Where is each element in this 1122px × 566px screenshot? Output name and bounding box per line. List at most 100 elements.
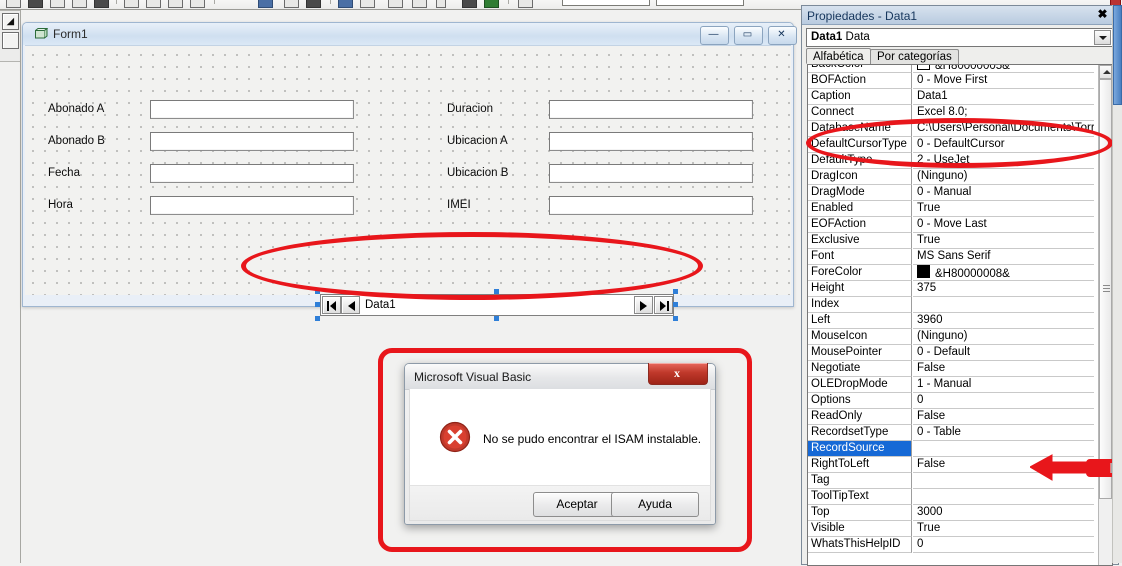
undo-icon[interactable] xyxy=(146,0,161,8)
last-record-button[interactable] xyxy=(654,296,673,314)
accept-button[interactable]: Aceptar xyxy=(533,492,621,517)
selection-handle-s[interactable] xyxy=(494,316,499,321)
property-value[interactable] xyxy=(913,489,1094,505)
property-row-negotiate[interactable]: Negotiate False xyxy=(808,361,1094,377)
property-row-backcolor[interactable]: BackColor &H80000005& xyxy=(808,65,1094,73)
break-icon[interactable] xyxy=(284,0,299,8)
property-value[interactable]: Excel 8.0; xyxy=(913,105,1094,121)
property-row-eofaction[interactable]: EOFAction 0 - Move Last xyxy=(808,217,1094,233)
property-row-connect[interactable]: Connect Excel 8.0; xyxy=(808,105,1094,121)
selection-handle-nw[interactable] xyxy=(315,289,320,294)
input-ubicacion-a[interactable] xyxy=(549,132,753,151)
input-abonado-a[interactable] xyxy=(150,100,354,119)
property-row-exclusive[interactable]: Exclusive True xyxy=(808,233,1094,249)
property-value[interactable]: 2 - UseJet xyxy=(913,153,1094,169)
data-control-data1[interactable]: Data1 xyxy=(320,294,674,316)
find-icon[interactable] xyxy=(124,0,139,8)
application-scrollbar-thumb[interactable] xyxy=(1113,5,1122,105)
property-row-height[interactable]: Height 375 xyxy=(808,281,1094,297)
position-y-field[interactable] xyxy=(656,0,744,6)
property-row-oledropmode[interactable]: OLEDropMode 1 - Manual xyxy=(808,377,1094,393)
property-value[interactable]: 3960 xyxy=(913,313,1094,329)
property-value[interactable]: False xyxy=(913,409,1094,425)
property-value[interactable] xyxy=(913,473,1094,489)
property-value[interactable]: 3000 xyxy=(913,505,1094,521)
toolbox-pointer-button[interactable]: ◢ xyxy=(2,13,19,30)
position-x-field[interactable] xyxy=(562,0,650,6)
first-record-button[interactable] xyxy=(322,296,341,314)
property-value[interactable]: MS Sans Serif xyxy=(913,249,1094,265)
property-value[interactable]: 0 - DefaultCursor xyxy=(913,137,1094,153)
property-row-whatsthishelpid[interactable]: WhatsThisHelpID 0 xyxy=(808,537,1094,553)
property-value[interactable]: 0 - Move First xyxy=(913,73,1094,89)
input-fecha[interactable] xyxy=(150,164,354,183)
cut-icon[interactable] xyxy=(28,0,43,8)
property-value[interactable]: True xyxy=(913,233,1094,249)
help-button[interactable]: Ayuda xyxy=(611,492,699,517)
property-row-dragmode[interactable]: DragMode 0 - Manual xyxy=(808,185,1094,201)
property-row-options[interactable]: Options 0 xyxy=(808,393,1094,409)
property-row-recordsource[interactable]: RecordSource xyxy=(808,441,1094,457)
property-value[interactable]: True xyxy=(913,521,1094,537)
selection-handle-n[interactable] xyxy=(494,289,499,294)
property-value[interactable]: True xyxy=(913,201,1094,217)
property-value[interactable]: (Ninguno) xyxy=(913,329,1094,345)
property-row-mouseicon[interactable]: MouseIcon (Ninguno) xyxy=(808,329,1094,345)
selection-handle-se[interactable] xyxy=(673,316,678,321)
property-value[interactable]: 0 - Default xyxy=(913,345,1094,361)
end-icon[interactable] xyxy=(306,0,321,8)
properties-window-icon[interactable] xyxy=(360,0,375,8)
object-browser-icon[interactable] xyxy=(412,0,427,8)
error-dialog[interactable]: Microsoft Visual Basic x No se pudo enco… xyxy=(404,363,716,525)
selection-handle-e[interactable] xyxy=(673,302,678,307)
tab-alphabetic[interactable]: Alfabética xyxy=(806,48,871,64)
data-view-icon[interactable] xyxy=(462,0,477,8)
form-design-canvas[interactable]: Abonado A Abonado B Fecha Hora Duracion … xyxy=(25,45,791,321)
object-selector-arrow-button[interactable] xyxy=(1094,30,1111,45)
previous-record-button[interactable] xyxy=(341,296,360,314)
component-manager-icon[interactable] xyxy=(484,0,499,8)
property-row-dragicon[interactable]: DragIcon (Ninguno) xyxy=(808,169,1094,185)
form-designer-window[interactable]: Form1 — ▭ ✕ Abonado A Abonado B Fecha Ho… xyxy=(22,22,797,321)
property-row-bofaction[interactable]: BOFAction 0 - Move First xyxy=(808,73,1094,89)
property-value[interactable] xyxy=(913,297,1094,313)
save-icon[interactable] xyxy=(6,0,21,8)
property-row-defaulttype[interactable]: DefaultType 2 - UseJet xyxy=(808,153,1094,169)
property-value[interactable]: 0 xyxy=(913,537,1094,553)
property-row-forecolor[interactable]: ForeColor &H80000008& xyxy=(808,265,1094,281)
selection-handle-sw[interactable] xyxy=(315,316,320,321)
form-maximize-button[interactable]: ▭ xyxy=(734,26,763,45)
property-row-top[interactable]: Top 3000 xyxy=(808,505,1094,521)
property-row-mousepointer[interactable]: MousePointer 0 - Default xyxy=(808,345,1094,361)
property-row-tooltiptext[interactable]: ToolTipText xyxy=(808,489,1094,505)
properties-window[interactable]: Propiedades - Data1 ✖ Data1 Data Alfabét… xyxy=(801,5,1119,566)
input-imei[interactable] xyxy=(549,196,753,215)
property-value[interactable]: False xyxy=(913,361,1094,377)
properties-tabs[interactable]: Alfabética Por categorías xyxy=(806,48,1111,65)
form-close-button[interactable]: ✕ xyxy=(768,26,797,45)
object-selector-combo[interactable]: Data1 Data xyxy=(806,28,1113,47)
start-icon[interactable] xyxy=(258,0,273,8)
property-value[interactable]: 375 xyxy=(913,281,1094,297)
selection-handle-w[interactable] xyxy=(315,302,320,307)
scroll-up-button[interactable] xyxy=(1099,65,1112,79)
property-row-index[interactable]: Index xyxy=(808,297,1094,313)
toolbox-picturebox-button[interactable] xyxy=(2,32,19,49)
selection-handle-ne[interactable] xyxy=(673,289,678,294)
redo-icon[interactable] xyxy=(168,0,183,8)
property-value[interactable]: 0 - Manual xyxy=(913,185,1094,201)
property-row-readonly[interactable]: ReadOnly False xyxy=(808,409,1094,425)
property-value[interactable]: Data1 xyxy=(913,89,1094,105)
form-titlebar[interactable] xyxy=(23,23,793,45)
property-row-righttoleft[interactable]: RightToLeft False xyxy=(808,457,1094,473)
properties-close-button[interactable]: ✖ xyxy=(1095,8,1110,22)
property-row-visible[interactable]: Visible True xyxy=(808,521,1094,537)
toolbox-icon[interactable] xyxy=(436,0,446,8)
input-hora[interactable] xyxy=(150,196,354,215)
tab-categorized[interactable]: Por categorías xyxy=(870,49,959,64)
property-row-tag[interactable]: Tag xyxy=(808,473,1094,489)
scrollbar-thumb[interactable] xyxy=(1099,79,1112,499)
property-value[interactable]: 1 - Manual xyxy=(913,377,1094,393)
paste-icon[interactable] xyxy=(72,0,87,8)
form-position-icon[interactable] xyxy=(518,0,533,8)
